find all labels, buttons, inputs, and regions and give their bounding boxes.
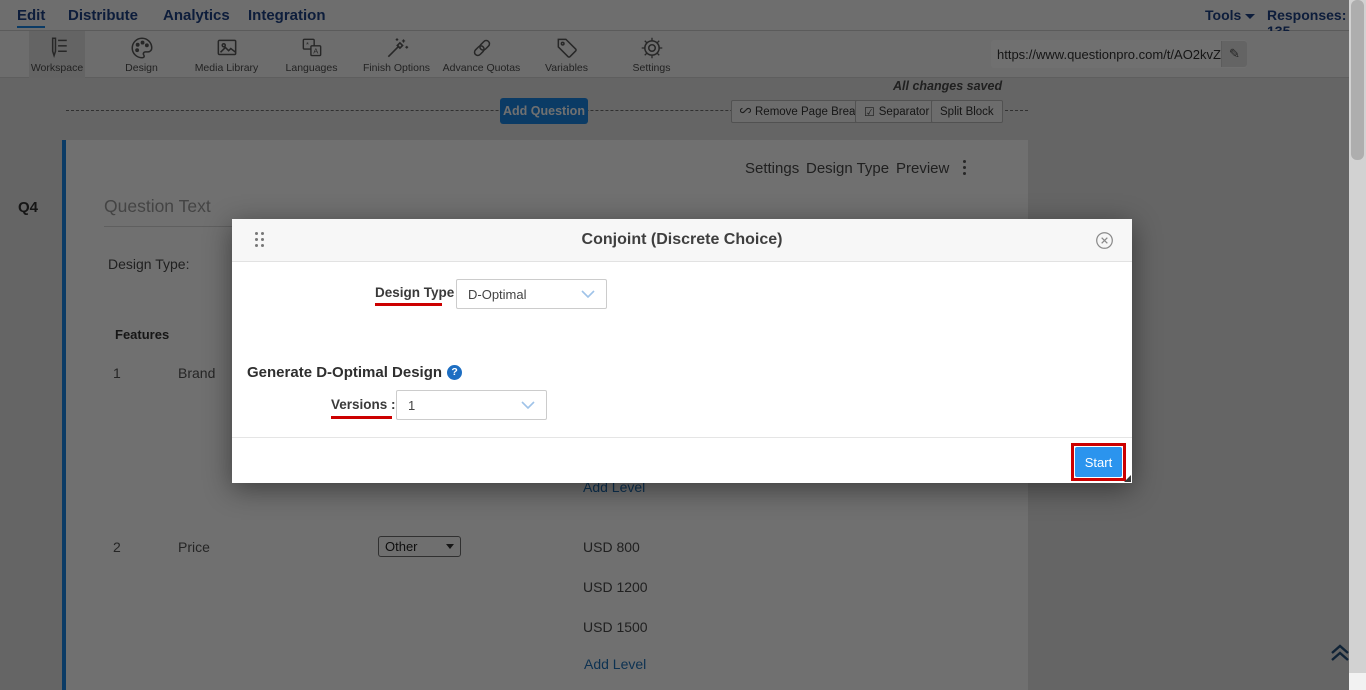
start-button-annotation: Start: [1071, 443, 1126, 481]
versions-value: 1: [408, 398, 415, 413]
chevron-down-icon: [581, 290, 595, 298]
help-icon[interactable]: ?: [447, 365, 462, 380]
design-type-annotation-underline: [375, 303, 442, 306]
generate-design-label: Generate D-Optimal Design?: [247, 364, 462, 381]
modal-header: Conjoint (Discrete Choice): [232, 219, 1132, 262]
versions-label: Versions :: [331, 397, 396, 412]
modal-footer: [232, 437, 1132, 483]
close-icon[interactable]: [1095, 231, 1114, 255]
scrollbar-thumb[interactable]: [1351, 0, 1364, 160]
generate-design-text: Generate D-Optimal Design: [247, 364, 442, 381]
versions-dropdown[interactable]: 1: [396, 390, 547, 420]
design-type-value: D-Optimal: [468, 287, 527, 302]
design-type-dropdown[interactable]: D-Optimal: [456, 279, 607, 309]
page-scrollbar[interactable]: [1349, 0, 1366, 690]
modal-title: Conjoint (Discrete Choice): [232, 231, 1132, 249]
conjoint-settings-modal: Conjoint (Discrete Choice) Design Type D…: [232, 219, 1132, 483]
resize-grip-icon[interactable]: [1124, 475, 1131, 482]
chevron-down-icon: [521, 401, 535, 409]
start-button[interactable]: Start: [1075, 447, 1122, 477]
versions-annotation-underline: [331, 416, 392, 419]
modal-design-type-label: Design Type: [375, 285, 454, 300]
scrollbar-corner: [1349, 673, 1366, 690]
questionpro-survey-editor: Edit Distribute Analytics Integration To…: [0, 0, 1366, 690]
